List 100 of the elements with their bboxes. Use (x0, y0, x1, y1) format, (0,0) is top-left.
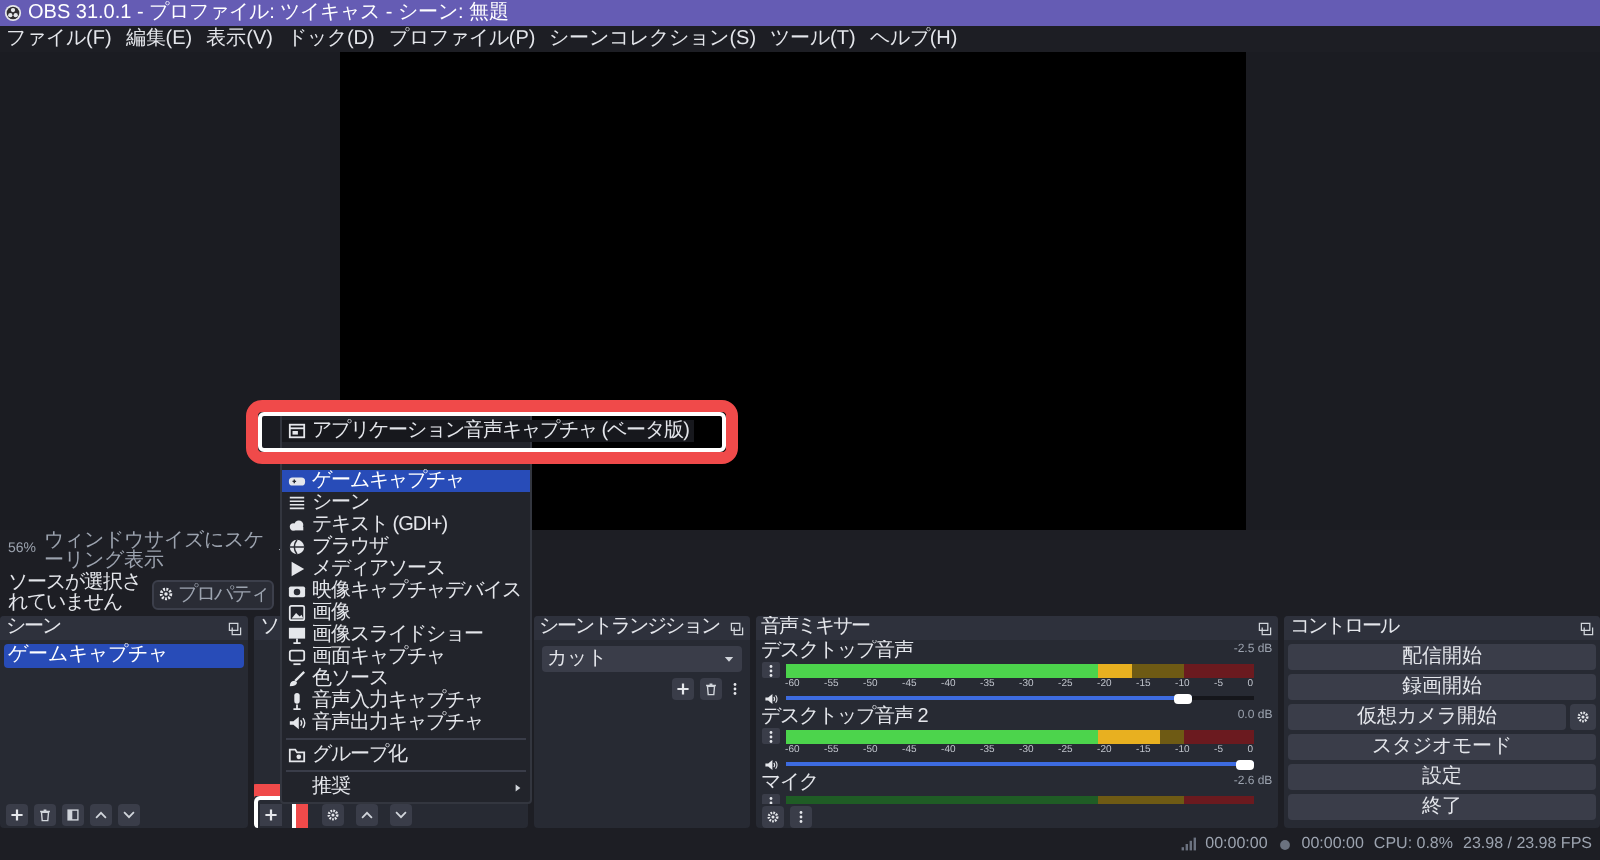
app-window-icon (288, 422, 306, 440)
volume-slider[interactable] (785, 758, 1254, 770)
menu-item[interactable]: メディアソース (282, 558, 530, 580)
channel-name: デスクトップ音声 2 (761, 706, 928, 728)
plus-icon (675, 682, 690, 696)
mixer-menu-button[interactable] (789, 805, 812, 827)
window-title: OBS 31.0.1 - プロファイル: ツイキャス - シーン: 無題 (28, 1, 510, 25)
add-scene-button[interactable] (6, 803, 28, 825)
undock-icon (1580, 621, 1594, 635)
menu-item[interactable]: シーンコレクション(S) (549, 27, 757, 51)
gear-icon (765, 809, 780, 823)
menu-item[interactable]: 編集(E) (125, 27, 193, 51)
menu-item[interactable]: 画像 (282, 602, 530, 624)
list-icon (288, 494, 306, 512)
move-up-button[interactable] (355, 803, 378, 825)
menu-item[interactable]: 色ソース (282, 668, 530, 690)
move-down-button[interactable] (118, 803, 140, 825)
undock-icon (227, 621, 242, 635)
menu-item[interactable]: 画面キャプチャ (282, 646, 530, 668)
globe-icon (288, 538, 306, 556)
channel-name: マイク (761, 772, 819, 794)
submenu-item[interactable]: 推奨 (282, 776, 530, 798)
camera-icon (288, 582, 306, 600)
gamepad-icon (288, 472, 306, 490)
slider-thumb[interactable] (1235, 759, 1254, 769)
cpu-usage: CPU: 0.8% (1373, 832, 1453, 856)
menu-item[interactable]: 音声入力キャプチャ (282, 690, 530, 712)
control-button[interactable]: 録画開始 (1288, 674, 1596, 700)
monitor-icon (288, 648, 306, 666)
select-value: カット (547, 647, 608, 671)
source-properties-button[interactable] (321, 803, 344, 825)
menu-item[interactable]: ゲームキャプチャ (282, 470, 530, 492)
cloud-icon (288, 516, 306, 534)
control-button[interactable]: 配信開始 (1288, 644, 1596, 670)
brush-icon (288, 670, 306, 688)
gear-icon (158, 586, 174, 602)
slideshow-icon (288, 626, 306, 644)
scale-mode: ウィンドウサイズにスケーリング表示 (44, 531, 267, 571)
record-dot-icon (1277, 837, 1292, 851)
speaker-icon (288, 714, 306, 732)
remove-scene-button[interactable] (34, 803, 56, 825)
menu-item[interactable]: 音声出力キャプチャ (282, 712, 530, 734)
plus-icon (10, 807, 24, 821)
gear-icon (1576, 710, 1590, 724)
menu-item[interactable]: ファイル(F) (6, 27, 112, 51)
signal-bars-icon (1179, 836, 1196, 852)
undock-icon (1258, 621, 1273, 635)
menu-item[interactable]: アプリケーション音声キャプチャ (ベータ版) (282, 420, 695, 442)
trash-icon (38, 807, 52, 821)
move-up-button[interactable] (90, 803, 112, 825)
app-logo-icon (4, 4, 22, 22)
speaker-icon (761, 691, 780, 705)
stream-time: 00:00:00 (1205, 832, 1268, 856)
speaker-icon (761, 757, 780, 771)
fps-readout: 23.98 / 23.98 FPS (1463, 832, 1592, 856)
control-button[interactable]: スタジオモード (1288, 734, 1596, 760)
channel-menu-button[interactable] (761, 662, 780, 678)
menu-item[interactable]: テキスト (GDI+) (282, 514, 530, 536)
microphone-icon (288, 692, 306, 710)
control-button[interactable]: 終了 (1288, 794, 1596, 820)
chevron-down-icon (122, 807, 136, 821)
image-icon (288, 604, 306, 622)
play-icon (288, 560, 306, 578)
record-time: 00:00:00 (1301, 832, 1364, 856)
menu-item[interactable]: 映像キャプチャデバイス (282, 580, 530, 602)
move-down-button[interactable] (389, 803, 412, 825)
chevron-down-icon (393, 807, 408, 821)
submenu-arrow-icon (512, 781, 524, 793)
trash-icon (703, 682, 718, 696)
menu-item[interactable]: ドック(D) (286, 27, 375, 51)
menu-item[interactable]: 画像スライドショー (282, 624, 530, 646)
control-button[interactable]: 仮想カメラ開始 (1288, 704, 1566, 730)
remove-transition-button[interactable] (699, 678, 722, 700)
menu-item[interactable]: ツール(T) (770, 27, 856, 51)
mixer-settings-button[interactable] (761, 805, 784, 827)
filter-icon (66, 807, 80, 821)
folder-icon (288, 746, 306, 764)
undock-icon (729, 621, 744, 635)
control-button[interactable]: 設定 (1288, 764, 1596, 790)
filters-button[interactable] (62, 803, 84, 825)
add-source-button[interactable] (259, 803, 282, 825)
menu-item[interactable]: グループ化 (282, 744, 530, 766)
scene-item[interactable]: ゲームキャプチャ (4, 644, 244, 668)
slider-thumb[interactable] (1174, 693, 1193, 703)
menu-item[interactable]: ブラウザ (282, 536, 530, 558)
dock-title: シーントランジション (539, 616, 720, 640)
dock-title: コントロール (1290, 616, 1399, 640)
chevron-up-icon (359, 807, 374, 821)
channel-menu-button[interactable] (761, 728, 780, 744)
menu-item[interactable]: プロファイル(P) (388, 27, 536, 51)
menu-item[interactable]: シーン (282, 492, 530, 514)
properties-button[interactable]: プロパティ (152, 579, 274, 609)
plus-icon (263, 807, 278, 821)
caret-icon (721, 652, 736, 666)
dock-title: ソ (259, 616, 278, 640)
menu-item[interactable]: 表示(V) (206, 27, 273, 51)
add-transition-button[interactable] (671, 678, 694, 700)
virtual-camera-settings-button[interactable] (1570, 704, 1596, 730)
transition-select[interactable]: カット (541, 646, 742, 672)
menu-item[interactable]: ヘルプ(H) (869, 27, 958, 51)
